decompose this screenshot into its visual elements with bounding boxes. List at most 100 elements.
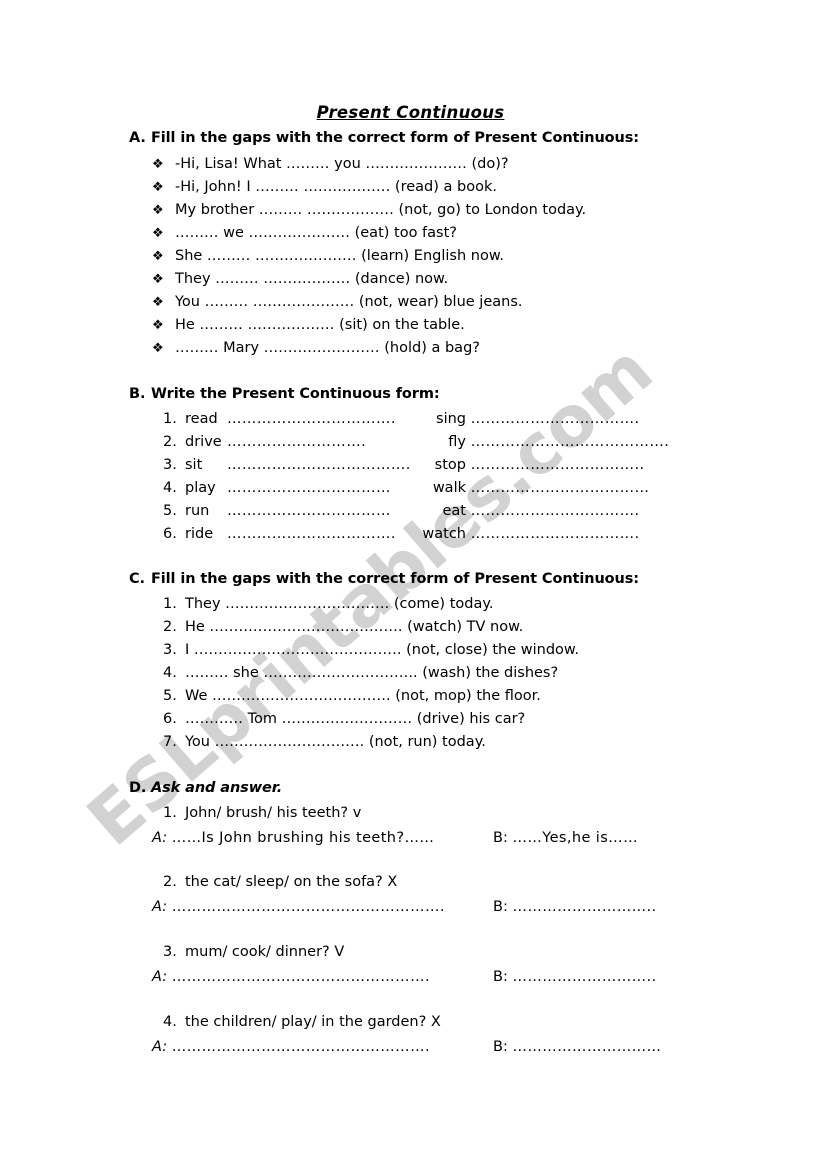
section-d-heading: D. Ask and answer.: [129, 780, 282, 796]
answer-a-label: A:: [152, 1039, 168, 1055]
row-number: 2.: [163, 619, 177, 635]
answer-b-blank[interactable]: ………………………..: [512, 969, 656, 985]
row-number: 5.: [163, 503, 177, 519]
diamond-bullet-icon: ❖: [152, 341, 164, 356]
answer-line-b: B: ……Yes,he is……: [493, 830, 638, 846]
table-row: 4. play ……………………………: [163, 480, 391, 496]
answer-line-a: A: …………………………………………….: [152, 969, 430, 985]
list-item: ❖ My brother ……… ……………… (not, go) to Lond…: [152, 202, 586, 218]
list-item-label: They ……………………………. (come) today.: [185, 596, 494, 612]
list-item: 3. I ……………………………………. (not, close) the win…: [163, 642, 579, 658]
section-c-letter: C.: [129, 571, 145, 587]
answer-a-label: A:: [152, 899, 168, 915]
list-item-label: He …………………………………. (watch) TV now.: [185, 619, 524, 635]
row-number: 1.: [163, 805, 177, 821]
section-b-letter: B.: [129, 386, 146, 402]
section-c-heading: C. Fill in the gaps with the correct form…: [129, 571, 639, 587]
answer-blank[interactable]: ……………………………: [227, 480, 391, 496]
answer-line-b: B: ………………………..: [493, 899, 657, 915]
list-item-label: -Hi, Lisa! What ……… you ………………… (do)?: [175, 156, 509, 172]
section-d-letter: D.: [129, 780, 147, 796]
row-number: 4.: [163, 665, 177, 681]
list-item: 7. You …………………………. (not, run) today.: [163, 734, 486, 750]
row-number: 4.: [163, 1014, 177, 1030]
list-item: 6. ………… Tom ……………………… (drive) his car?: [163, 711, 525, 727]
worksheet-page: ESLprintables.com Present Continuous A. F…: [0, 0, 821, 1169]
diamond-bullet-icon: ❖: [152, 295, 164, 310]
answer-blank[interactable]: ………………………………: [471, 480, 650, 496]
table-row: 5. run ……………………………: [163, 503, 391, 519]
list-item-label: We ………………………………. (not, mop) the floor.: [185, 688, 541, 704]
table-row: 2. drive ……………………….: [163, 434, 366, 450]
list-item: 4. the children/ play/ in the garden? X: [163, 1014, 441, 1030]
section-b-heading: B. Write the Present Continuous form:: [129, 386, 440, 402]
list-item-label: the children/ play/ in the garden? X: [185, 1014, 441, 1030]
answer-blank[interactable]: ……………………………: [227, 503, 391, 519]
section-c-heading-text: Fill in the gaps with the correct form o…: [151, 571, 639, 587]
answer-a-blank[interactable]: …………………………………………….: [172, 969, 430, 985]
answer-a-blank[interactable]: ……………………………………………….: [172, 899, 445, 915]
list-item: ❖ ……… we ………………… (eat) too fast?: [152, 225, 457, 241]
row-number: 2.: [163, 874, 177, 890]
section-a-heading: A. Fill in the gaps with the correct form…: [129, 130, 639, 146]
list-item: 1. John/ brush/ his teeth? v: [163, 805, 361, 821]
list-item: ❖ She ……… ………………… (learn) English now.: [152, 248, 504, 264]
answer-blank[interactable]: ………………………………….: [471, 434, 670, 450]
answer-blank[interactable]: ……………………….: [227, 434, 366, 450]
list-item-label: You ……… ………………… (not, wear) blue jeans.: [175, 294, 523, 310]
answer-a-label: A:: [152, 830, 168, 846]
row-number: 6.: [163, 526, 177, 542]
list-item: 4. ……… she ………………………….. (wash) the dishes…: [163, 665, 558, 681]
section-b-heading-text: Write the Present Continuous form:: [151, 386, 440, 402]
list-item-label: They ……… ……………… (dance) now.: [175, 271, 449, 287]
row-number: 6.: [163, 711, 177, 727]
verb-label: eat: [442, 503, 467, 519]
diamond-bullet-icon: ❖: [152, 180, 164, 195]
table-row: 1. read…………………………….: [163, 411, 396, 427]
table-row: 6. ride…………………………….: [163, 526, 396, 542]
answer-line-b: B: …………………………: [493, 1039, 661, 1055]
diamond-bullet-icon: ❖: [152, 203, 164, 218]
answer-b-blank[interactable]: …………………………: [512, 1039, 661, 1055]
row-number: 3.: [163, 944, 177, 960]
answer-a-blank[interactable]: …………………………………………….: [172, 1039, 430, 1055]
answer-b-blank[interactable]: ………………………..: [512, 899, 656, 915]
answer-line-a: A: ……………………………………………….: [152, 899, 445, 915]
row-number: 5.: [163, 688, 177, 704]
answer-blank[interactable]: …………………………….: [471, 526, 640, 542]
list-item: ❖ He ……… ……………… (sit) on the table.: [152, 317, 465, 333]
answer-blank[interactable]: …………………………….: [471, 411, 640, 427]
section-d-heading-text: Ask and answer.: [151, 780, 283, 796]
verb-label: read: [185, 411, 218, 427]
list-item-label: She ……… ………………… (learn) English now.: [175, 248, 504, 264]
answer-line-b: B: ………………………..: [493, 969, 657, 985]
verb-label: ride: [185, 526, 214, 542]
answer-b-label: B:: [493, 830, 508, 846]
table-row: stop ……………………………..: [370, 457, 644, 473]
verb-label: sit: [185, 457, 203, 473]
answer-b-label: B:: [493, 1039, 508, 1055]
answer-b-label: B:: [493, 899, 508, 915]
list-item-label: You …………………………. (not, run) today.: [185, 734, 486, 750]
list-item-label: ……… she ………………………….. (wash) the dishes?: [185, 665, 559, 681]
answer-b-blank[interactable]: ……Yes,he is……: [512, 830, 638, 846]
answer-blank[interactable]: …………………………….: [471, 503, 640, 519]
table-row: fly ………………………………….: [370, 434, 669, 450]
list-item-label: the cat/ sleep/ on the sofa? X: [185, 874, 398, 890]
diamond-bullet-icon: ❖: [152, 318, 164, 333]
list-item-label: -Hi, John! I ……… ……………… (read) a book.: [175, 179, 497, 195]
list-item-label: ………… Tom ……………………… (drive) his car?: [185, 711, 526, 727]
list-item: ❖ You ……… ………………… (not, wear) blue jeans.: [152, 294, 522, 310]
list-item-label: He ……… ……………… (sit) on the table.: [175, 317, 465, 333]
list-item: ❖ -Hi, Lisa! What ……… you ………………… (do)?: [152, 156, 509, 172]
list-item-label: I ……………………………………. (not, close) the windo…: [185, 642, 580, 658]
diamond-bullet-icon: ❖: [152, 157, 164, 172]
section-a-letter: A.: [129, 130, 146, 146]
answer-a-blank[interactable]: ……Is John brushing his teeth?……: [172, 830, 435, 846]
list-item: 5. We ………………………………. (not, mop) the floor.: [163, 688, 541, 704]
list-item: 2. the cat/ sleep/ on the sofa? X: [163, 874, 397, 890]
answer-blank[interactable]: ……………………………..: [471, 457, 645, 473]
list-item-label: My brother ……… ……………… (not, go) to Londo…: [175, 202, 587, 218]
verb-label: walk: [432, 480, 466, 496]
table-row: walk ………………………………: [370, 480, 649, 496]
